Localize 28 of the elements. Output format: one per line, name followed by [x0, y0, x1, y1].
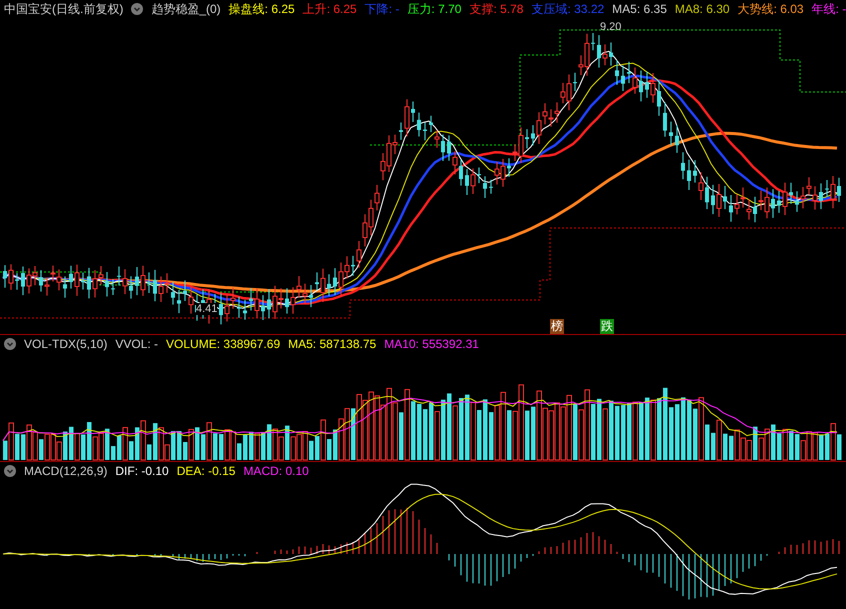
indicator-value: MACD: 0.10: [243, 462, 309, 480]
indicator-value: MA5: 587138.75: [288, 336, 376, 352]
collapse-icon[interactable]: [4, 464, 16, 476]
indicator-value: DIF: -0.10: [115, 462, 169, 480]
indicator-value: 大势线: 6.03: [738, 0, 804, 18]
indicator-value: 上升: 6.25: [302, 0, 357, 18]
indicator-value: 压力: 7.70: [407, 0, 462, 18]
indicator-value: 操盘线: 6.25: [228, 0, 295, 18]
indicator-value: 下降: -: [364, 0, 400, 18]
indicator-value: 年线: -: [812, 0, 846, 18]
indicator-value: MA5: 6.35: [612, 0, 667, 18]
indicator-value: MA8: 6.30: [674, 0, 730, 18]
indicator-value: VOLUME: 338967.69: [166, 336, 280, 352]
collapse-icon[interactable]: [4, 338, 16, 350]
collapse-icon[interactable]: [131, 2, 144, 14]
indicator-value: DEA: -0.15: [176, 462, 236, 480]
indicator-name: MACD(12,26,9): [24, 462, 108, 480]
indicator-name: VOL-TDX(5,10): [24, 336, 108, 352]
indicator-value: 支撑: 5.78: [469, 0, 524, 18]
stock-title: 中国宝安(日线.前复权): [4, 0, 124, 18]
high-price-label: 9.20: [600, 20, 622, 35]
indicator-value: MA10: 555392.31: [384, 336, 479, 352]
indicator-value: 支压域: 33.22: [531, 0, 604, 18]
low-price-label: 4.41: [196, 303, 218, 315]
signal-badge: 榜: [550, 319, 564, 334]
indicator-value: VVOL: -: [115, 336, 158, 352]
signal-badge: 跌: [600, 319, 614, 334]
indicator-name: 趋势稳盈_(0): [151, 0, 221, 18]
